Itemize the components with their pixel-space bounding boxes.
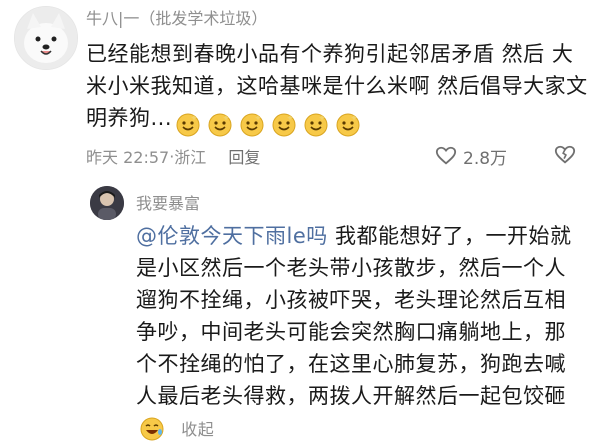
comment-meta: 昨天 22:57 · 浙江 回复 (86, 144, 260, 168)
avatar[interactable] (14, 6, 78, 70)
laugh-tear-emoji (140, 417, 164, 441)
smile-emoji (240, 113, 264, 137)
reply-button[interactable]: 回复 (228, 144, 260, 168)
avatar[interactable] (90, 186, 124, 220)
location: 浙江 (174, 148, 207, 167)
comment-text: 已经能想到春晚小品有个养狗引起邻居矛盾 然后 大米小米我知道，这哈基咪是什么米啊… (86, 38, 591, 140)
smile-emoji (208, 113, 232, 137)
emoji-row (172, 108, 364, 140)
reply-text: @伦敦今天下雨le吗 我都能想好了，一开始就是小区然后一个老头带小孩散步，然后一… (136, 220, 586, 446)
mention-link[interactable]: @伦敦今天下雨le吗 (136, 224, 328, 248)
comment-thread: 牛八|一（批发学术垃圾） 已经能想到春晚小品有个养狗引起邻居矛盾 然后 大米小米… (0, 0, 600, 441)
timestamp: 昨天 22:57 (86, 148, 170, 167)
reply-body: 我都能想好了，一开始就是小区然后一个老头带小孩散步，然后一个人遛狗不拴绳，小孩被… (136, 224, 572, 408)
smile-emoji (176, 113, 200, 137)
smile-emoji (336, 113, 360, 137)
like-count: 2.8万 (463, 148, 508, 169)
heart-icon (435, 146, 457, 165)
smile-emoji (304, 113, 328, 137)
username[interactable]: 我要暴富 (136, 190, 200, 214)
reply-comment: 我要暴富 @伦敦今天下雨le吗 我都能想好了，一开始就是小区然后一个老头带小孩散… (90, 182, 600, 441)
smile-emoji (272, 113, 296, 137)
broken-heart-icon[interactable] (554, 144, 576, 166)
username[interactable]: 牛八|一（批发学术垃圾） (86, 8, 267, 30)
like-button[interactable]: 2.8万 (435, 144, 508, 169)
